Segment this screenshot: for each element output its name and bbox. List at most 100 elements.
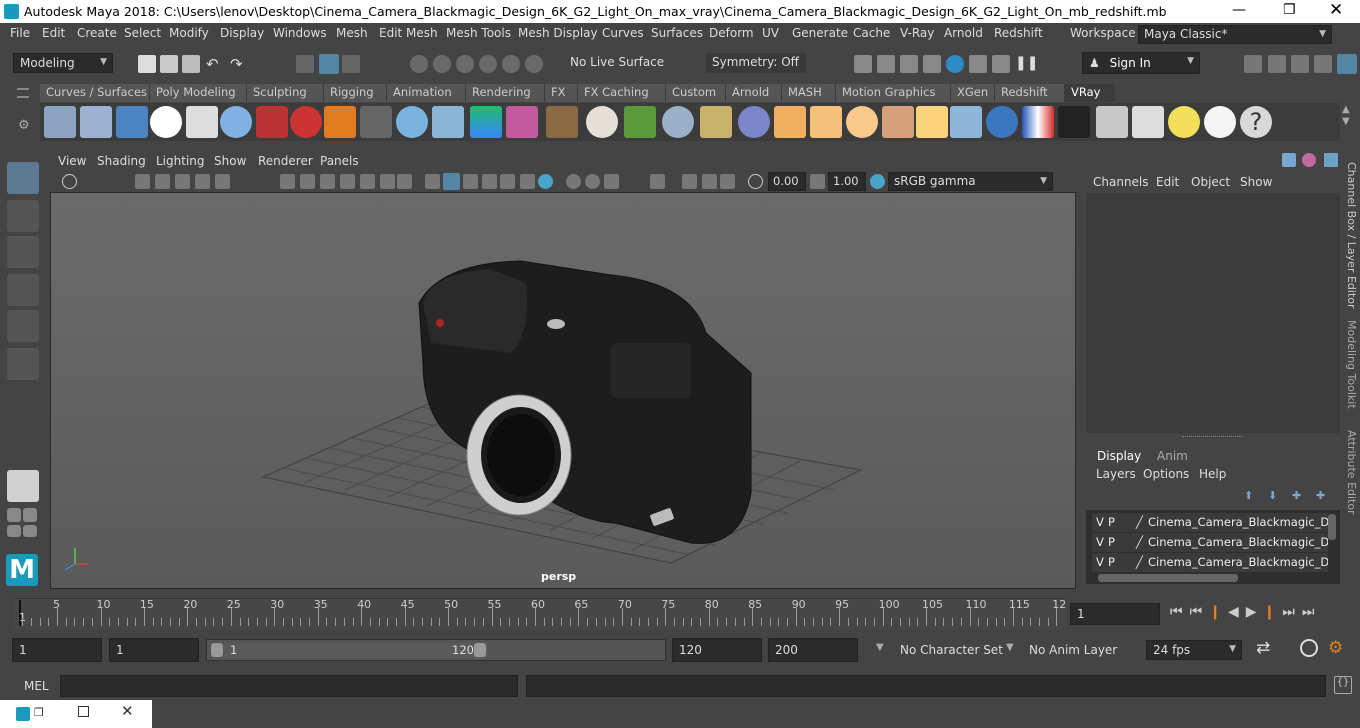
menu-edit[interactable]: Edit bbox=[42, 26, 65, 40]
vray-grass-icon[interactable] bbox=[624, 106, 656, 138]
move-layer-up-icon[interactable]: ⬆ bbox=[1244, 489, 1253, 502]
minimized-window[interactable]: ❐ ✕ bbox=[0, 700, 152, 728]
play-backwards-icon[interactable]: ◀ bbox=[1228, 604, 1246, 620]
menu-create[interactable]: Create bbox=[77, 26, 117, 40]
vray-table-icon[interactable] bbox=[1132, 106, 1164, 138]
shelf-tab-custom[interactable]: Custom bbox=[666, 84, 726, 102]
select-component-icon[interactable] bbox=[342, 55, 360, 73]
move-layer-down-icon[interactable]: ⬇ bbox=[1268, 489, 1277, 502]
exposure-icon[interactable] bbox=[748, 174, 763, 189]
shelf-tab-mash[interactable]: MASH bbox=[782, 84, 836, 102]
maximize-icon[interactable]: ❐ bbox=[1283, 2, 1296, 18]
shelf-tab-rigging[interactable]: Rigging bbox=[324, 84, 387, 102]
textured-icon[interactable] bbox=[482, 174, 497, 189]
vray-fur-icon[interactable] bbox=[546, 106, 578, 138]
vray-globe-icon[interactable] bbox=[586, 106, 618, 138]
close-icon[interactable]: ✕ bbox=[121, 702, 134, 720]
open-scene-icon[interactable] bbox=[160, 55, 178, 73]
select-hierarchy-icon[interactable] bbox=[296, 55, 314, 73]
shelf-tab-motion-graphics[interactable]: Motion Graphics bbox=[836, 84, 951, 102]
channel-menu-object[interactable]: Object bbox=[1191, 175, 1230, 189]
layer-menu-layers[interactable]: Layers bbox=[1096, 467, 1136, 481]
command-input[interactable] bbox=[60, 675, 518, 697]
smooth-shade-icon[interactable] bbox=[443, 173, 460, 190]
anim-layer-label[interactable]: No Anim Layer bbox=[1029, 643, 1117, 657]
camera-attributes-icon[interactable] bbox=[62, 174, 77, 189]
xray-components-icon[interactable] bbox=[720, 174, 735, 189]
chevron-down-icon[interactable]: ▼ bbox=[1006, 642, 1014, 653]
menu-mesh-tools[interactable]: Mesh Tools bbox=[446, 26, 511, 40]
tab-display[interactable]: Display bbox=[1097, 449, 1141, 463]
outliner-layout-icon[interactable] bbox=[23, 508, 37, 522]
vray-sphere-light-icon[interactable] bbox=[396, 106, 428, 138]
close-icon[interactable]: ✕ bbox=[1329, 0, 1343, 20]
select-object-icon[interactable] bbox=[319, 54, 339, 74]
menu-curves[interactable]: Curves bbox=[602, 26, 644, 40]
vray-render-elements-icon[interactable] bbox=[80, 106, 112, 138]
color-management-icon[interactable] bbox=[870, 174, 885, 189]
grease-pencil-icon[interactable] bbox=[195, 174, 210, 189]
snap-surface-icon[interactable] bbox=[502, 55, 520, 73]
channel-menu-channels[interactable]: Channels bbox=[1093, 175, 1149, 189]
vray-proxy-icon[interactable] bbox=[360, 106, 392, 138]
field-chart-icon[interactable] bbox=[360, 174, 375, 189]
camera-lock-icon[interactable] bbox=[215, 174, 230, 189]
menu-select[interactable]: Select bbox=[124, 26, 161, 40]
vray-ies-light-icon[interactable] bbox=[432, 106, 464, 138]
shelf-tab-animation[interactable]: Animation bbox=[387, 84, 466, 102]
channel-menu-edit[interactable]: Edit bbox=[1156, 175, 1179, 189]
tab-anim[interactable]: Anim bbox=[1157, 449, 1188, 463]
vray-render-settings-icon[interactable] bbox=[44, 106, 76, 138]
vray-displacement-icon[interactable] bbox=[470, 106, 502, 138]
layer-list-hscrollbar[interactable] bbox=[1098, 574, 1238, 582]
go-to-start-icon[interactable]: ⏮ bbox=[1170, 604, 1190, 620]
menu-cache[interactable]: Cache bbox=[853, 26, 890, 40]
channel-box-toggle-icon[interactable] bbox=[1282, 153, 1296, 167]
shelf-tab-fx-caching[interactable]: FX Caching bbox=[578, 84, 666, 102]
symmetry-field[interactable]: Symmetry: Off bbox=[706, 53, 806, 73]
layer-row[interactable]: V P ╱ Cinema_Camera_Blackmagic_Desig bbox=[1092, 553, 1328, 572]
paint-select-tool-icon[interactable] bbox=[7, 236, 39, 268]
menu-modify[interactable]: Modify bbox=[169, 26, 209, 40]
outliner-icon[interactable] bbox=[1268, 55, 1286, 73]
menu-deform[interactable]: Deform bbox=[709, 26, 754, 40]
step-back-key-icon[interactable]: ⏮ bbox=[1190, 604, 1210, 620]
step-back-frame-icon[interactable]: ❙ bbox=[1209, 604, 1228, 620]
range-start-handle[interactable] bbox=[211, 643, 223, 657]
menu-display[interactable]: Display bbox=[220, 26, 264, 40]
shelf-tab-poly-modeling[interactable]: Poly Modeling bbox=[150, 84, 247, 102]
workspace-dropdown[interactable]: Maya Classic* ▼ bbox=[1138, 25, 1332, 44]
live-surface-field[interactable]: No Live Surface bbox=[564, 53, 679, 73]
vray-omni-icon[interactable] bbox=[846, 106, 878, 138]
menu-mesh-display[interactable]: Mesh Display bbox=[518, 26, 598, 40]
layer-color-icon[interactable]: ╱ bbox=[1136, 555, 1143, 569]
layer-list-scrollbar[interactable] bbox=[1328, 514, 1336, 540]
move-tool-icon[interactable] bbox=[7, 274, 39, 306]
exposure-field[interactable]: 0.00 bbox=[768, 172, 806, 191]
menu-generate[interactable]: Generate bbox=[792, 26, 848, 40]
new-layer-icon[interactable]: ✚ bbox=[1292, 489, 1301, 502]
shelf-tab-curves-surfaces[interactable]: Curves / Surfaces bbox=[40, 84, 150, 102]
wireframe-on-shaded-icon[interactable] bbox=[463, 174, 478, 189]
vray-fire-icon[interactable] bbox=[324, 106, 356, 138]
layer-playback-toggle[interactable]: P bbox=[1108, 555, 1115, 569]
shadows-icon[interactable] bbox=[520, 174, 535, 189]
shelf-tab-redshift[interactable]: Redshift bbox=[995, 84, 1065, 102]
script-editor-icon[interactable]: {} bbox=[1334, 676, 1352, 694]
new-scene-icon[interactable] bbox=[138, 55, 156, 73]
motion-blur-icon[interactable] bbox=[566, 174, 581, 189]
menu-redshift[interactable]: Redshift bbox=[994, 26, 1043, 40]
maximize-icon[interactable] bbox=[78, 706, 89, 717]
side-tab-channel-box[interactable]: Channel Box / Layer Editor bbox=[1345, 162, 1358, 309]
layer-playback-toggle[interactable]: P bbox=[1108, 535, 1115, 549]
channel-box-area[interactable] bbox=[1086, 193, 1340, 433]
shelf-tab-rendering[interactable]: Rendering bbox=[466, 84, 545, 102]
save-scene-icon[interactable] bbox=[182, 55, 200, 73]
vray-particles-icon[interactable] bbox=[662, 106, 694, 138]
gate-mask-icon[interactable] bbox=[340, 174, 355, 189]
viewport[interactable]: persp bbox=[50, 192, 1076, 589]
scale-tool-icon[interactable] bbox=[7, 348, 39, 380]
vray-logo-icon[interactable] bbox=[150, 106, 182, 138]
hypershade-icon[interactable] bbox=[946, 55, 964, 73]
playback-start-field[interactable]: 1 bbox=[109, 638, 199, 662]
